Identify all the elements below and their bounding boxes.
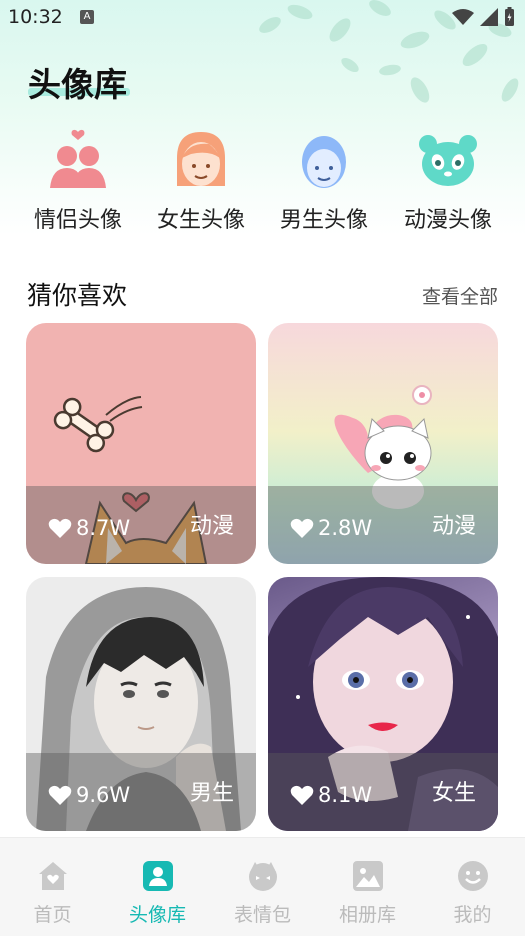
sticker-icon: [247, 860, 279, 892]
bottom-nav: 首页 头像库 表情包 相册库 我的: [0, 837, 525, 936]
heart-icon: [48, 518, 72, 538]
nav-label: 相册库: [338, 904, 396, 926]
likes-count: 8.1W: [318, 783, 373, 807]
album-icon: [352, 860, 384, 892]
panda-icon: [416, 128, 480, 192]
avatar-card[interactable]: 2.8W 动漫: [268, 323, 498, 564]
signal-icon: [480, 8, 498, 26]
category-row: 情侣头像 女生头像 男生头像 动漫头像: [0, 128, 525, 238]
category-boy[interactable]: 男生头像: [262, 128, 386, 234]
wifi-icon: [452, 9, 474, 25]
a-icon: A: [80, 10, 94, 24]
boy-icon: [292, 128, 356, 192]
likes-count: 9.6W: [76, 783, 131, 807]
category-label: 女生头像: [156, 208, 245, 233]
nav-label: 表情包: [233, 904, 291, 926]
nav-label: 首页: [33, 904, 72, 926]
avatar-card[interactable]: 8.7W 动漫: [26, 323, 256, 564]
heart-icon: [48, 785, 72, 805]
page-title: 头像库: [28, 65, 127, 104]
avatar-card[interactable]: 8.1W 女生: [268, 577, 498, 831]
category-anime[interactable]: 动漫头像: [386, 128, 510, 234]
card-likes: 9.6W: [48, 783, 130, 807]
couple-icon: [46, 128, 110, 192]
category-girl[interactable]: 女生头像: [139, 128, 263, 234]
girl-icon: [169, 128, 233, 192]
nav-home[interactable]: 首页: [0, 860, 105, 927]
likes-count: 2.8W: [318, 516, 373, 540]
heart-icon: [290, 518, 314, 538]
category-label: 男生头像: [279, 208, 368, 233]
avatar-card[interactable]: 9.6W 男生: [26, 577, 256, 831]
card-tag: 动漫: [189, 514, 234, 539]
card-likes: 8.7W: [48, 516, 130, 540]
view-all-link[interactable]: 查看全部: [422, 282, 498, 309]
card-tag: 动漫: [431, 514, 476, 539]
nav-label: 我的: [453, 904, 492, 926]
category-label: 情侣头像: [33, 208, 122, 233]
status-time: 10:32: [8, 6, 63, 28]
card-likes: 8.1W: [290, 783, 372, 807]
nav-stickers[interactable]: 表情包: [210, 860, 315, 927]
nav-profile[interactable]: 我的: [420, 860, 525, 927]
likes-count: 8.7W: [76, 516, 131, 540]
avatar-library-icon: [142, 860, 174, 892]
nav-label: 头像库: [128, 904, 186, 926]
nav-avatar-library[interactable]: 头像库: [105, 860, 210, 927]
category-couple[interactable]: 情侣头像: [16, 128, 140, 234]
profile-icon: [457, 860, 489, 892]
home-icon: [37, 860, 69, 892]
status-bar: 10:32 A: [0, 0, 525, 34]
section-title: 猜你喜欢: [27, 281, 128, 310]
nav-album[interactable]: 相册库: [315, 860, 420, 927]
card-tag: 男生: [189, 781, 234, 806]
battery-icon: [505, 7, 514, 26]
category-label: 动漫头像: [403, 208, 492, 233]
card-likes: 2.8W: [290, 516, 372, 540]
card-tag: 女生: [431, 781, 476, 806]
heart-icon: [290, 785, 314, 805]
